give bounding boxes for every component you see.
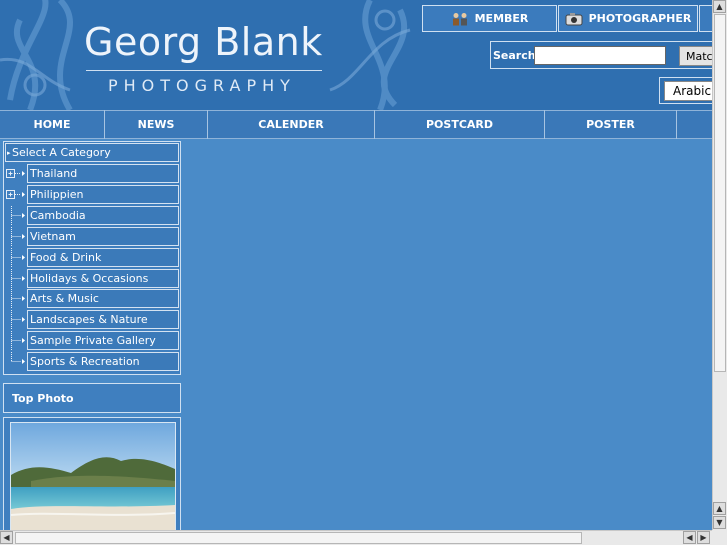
plus-box-icon[interactable]: [5, 185, 27, 205]
scroll-up-button[interactable]: ▲: [713, 0, 726, 13]
search-label: Search:: [493, 49, 540, 62]
category-link[interactable]: Vietnam: [27, 226, 179, 246]
top-photo-image[interactable]: [10, 422, 176, 536]
category-label: Philippien: [30, 187, 84, 201]
scrollbar-corner: [712, 530, 727, 545]
nav-news[interactable]: NEWS: [105, 110, 208, 139]
tree-line-icon: [11, 352, 25, 365]
logo-divider: [86, 70, 322, 71]
scroll-up-button-lower[interactable]: ▲: [713, 502, 726, 515]
category-item[interactable]: Philippien: [5, 184, 179, 205]
scroll-left-button[interactable]: ◀: [0, 531, 13, 544]
category-item[interactable]: Sample Private Gallery: [5, 331, 179, 352]
search-input[interactable]: [534, 46, 666, 65]
category-item[interactable]: Vietnam: [5, 226, 179, 247]
category-link[interactable]: Arts & Music: [27, 289, 179, 309]
photographer-label: PHOTOGRAPHER: [588, 12, 692, 25]
tree-line-icon: [11, 331, 25, 352]
tree-line-icon: [11, 268, 25, 289]
category-header[interactable]: ▸ Select A Category: [5, 143, 179, 162]
tree-line-icon: [11, 289, 25, 310]
category-item[interactable]: Sports & Recreation: [5, 352, 179, 372]
category-label: Sample Private Gallery: [30, 334, 156, 348]
category-link[interactable]: Sports & Recreation: [27, 352, 179, 372]
nav-calender[interactable]: CALENDER: [208, 110, 375, 139]
category-item[interactable]: Cambodia: [5, 205, 179, 226]
category-link[interactable]: Holidays & Occasions: [27, 268, 179, 288]
nav-home[interactable]: HOME: [0, 110, 105, 139]
category-label: Thailand: [30, 167, 78, 180]
people-icon: [452, 12, 467, 25]
category-link[interactable]: Thailand: [27, 164, 179, 183]
category-link[interactable]: Cambodia: [27, 205, 179, 225]
category-label: Vietnam: [30, 229, 76, 243]
photographer-button[interactable]: PHOTOGRAPHER: [558, 5, 698, 32]
category-link[interactable]: Landscapes & Nature: [27, 310, 179, 330]
category-item[interactable]: Thailand: [5, 164, 179, 184]
horizontal-scrollbar[interactable]: ◀ ◀ ▶: [0, 530, 712, 545]
top-photo-frame[interactable]: [3, 417, 181, 537]
category-label: Holidays & Occasions: [30, 271, 149, 285]
category-label: Sports & Recreation: [30, 355, 140, 369]
scroll-right-button[interactable]: ▶: [697, 531, 710, 544]
category-label: Food & Drink: [30, 250, 102, 264]
category-header-label: Select A Category: [12, 146, 111, 159]
tree-line-icon: [11, 310, 25, 331]
camera-icon: [565, 12, 583, 25]
category-item[interactable]: Food & Drink: [5, 247, 179, 268]
category-link[interactable]: Food & Drink: [27, 247, 179, 267]
category-link[interactable]: Philippien: [27, 184, 179, 204]
arrow-right-icon: ▸: [7, 148, 11, 157]
category-label: Arts & Music: [30, 292, 99, 306]
member-button[interactable]: MEMBER: [422, 5, 557, 32]
category-label: Cambodia: [30, 208, 86, 222]
category-link[interactable]: Sample Private Gallery: [27, 331, 179, 351]
category-header-row[interactable]: ▸ Select A Category: [5, 143, 179, 163]
vertical-scroll-thumb[interactable]: [714, 14, 726, 372]
nav-overflow[interactable]: [677, 110, 712, 139]
nav-poster[interactable]: POSTER: [545, 110, 677, 139]
tree-line-icon: [11, 247, 25, 268]
category-item[interactable]: Landscapes & Nature: [5, 310, 179, 331]
horizontal-scroll-thumb[interactable]: [15, 532, 582, 544]
language-select[interactable]: Arabic: [664, 81, 714, 101]
logo-name: Georg Blank: [84, 20, 323, 64]
top-photo-header: Top Photo: [3, 383, 181, 413]
category-item[interactable]: Arts & Music: [5, 289, 179, 310]
tree-line-icon: [11, 205, 25, 226]
plus-box-icon[interactable]: [5, 164, 27, 184]
category-item[interactable]: Holidays & Occasions: [5, 268, 179, 289]
category-label: Landscapes & Nature: [30, 313, 148, 327]
member-label: MEMBER: [474, 12, 529, 25]
tree-line-icon: [11, 226, 25, 247]
logo-subtitle: PHOTOGRAPHY: [108, 76, 296, 95]
vertical-scrollbar[interactable]: ▲ ▲ ▼: [712, 0, 727, 530]
scroll-down-button[interactable]: ▼: [713, 516, 726, 529]
nav-postcard[interactable]: POSTCARD: [375, 110, 545, 139]
scroll-left-button-right[interactable]: ◀: [683, 531, 696, 544]
